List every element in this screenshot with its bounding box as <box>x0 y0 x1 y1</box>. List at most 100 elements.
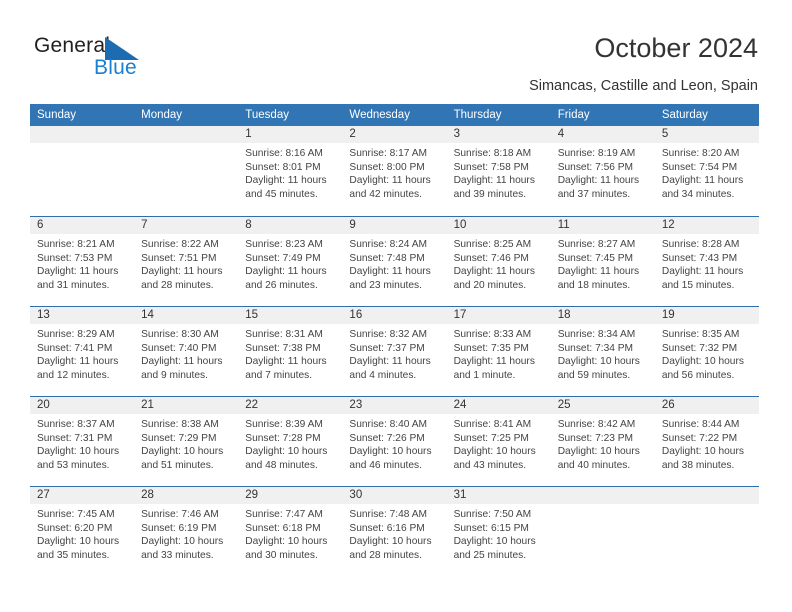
calendar-day-cell[interactable]: 18 Sunrise: 8:34 AM Sunset: 7:34 PM Dayligh… <box>550 307 655 396</box>
sunset-text: Sunset: 7:53 PM <box>37 252 113 264</box>
calendar-day-cell[interactable]: 10 Sunrise: 8:25 AM Sunset: 7:46 PM Dayligh… <box>446 217 551 306</box>
calendar-day-cell[interactable]: 20 Sunrise: 8:37 AM Sunset: 7:31 PM Dayligh… <box>30 397 135 486</box>
calendar-week-row: 27 Sunrise: 7:45 AM Sunset: 6:20 PM Dayligh… <box>30 486 759 576</box>
sunrise-text: Sunrise: 8:40 AM <box>349 419 428 430</box>
daylight-text: Daylight: 10 hours and 35 minutes. <box>37 536 120 561</box>
sunrise-text: Sunrise: 7:50 AM <box>453 509 532 520</box>
calendar-day-cell[interactable]: 4 Sunrise: 8:19 AM Sunset: 7:56 PM Daylight… <box>550 126 655 216</box>
calendar-day-cell[interactable]: 23 Sunrise: 8:40 AM Sunset: 7:26 PM Dayligh… <box>342 397 447 486</box>
calendar-empty-cell <box>654 487 759 576</box>
sunrise-text: Sunrise: 7:47 AM <box>245 509 323 520</box>
day-details: Sunrise: 8:29 AM Sunset: 7:41 PM Daylight:… <box>30 324 134 382</box>
calendar-day-cell[interactable]: 26 Sunrise: 8:44 AM Sunset: 7:22 PM Dayligh… <box>654 397 759 486</box>
sunrise-text: Sunrise: 8:34 AM <box>557 329 636 340</box>
day-details: Sunrise: 8:25 AM Sunset: 7:46 PM Daylight:… <box>447 234 551 292</box>
generalblue-logo: General Blue <box>34 34 234 82</box>
weekday-header-row: Sunday Monday Tuesday Wednesday Thursday Frid… <box>30 104 759 126</box>
day-number <box>134 126 239 143</box>
calendar-day-cell[interactable]: 1 Sunrise: 8:16 AM Sunset: 8:01 PM Daylight… <box>238 126 343 216</box>
calendar-day-cell[interactable]: 25 Sunrise: 8:42 AM Sunset: 7:23 PM Dayligh… <box>550 397 655 486</box>
sunrise-text: Sunrise: 7:45 AM <box>37 509 115 520</box>
day-number: 2 <box>342 126 447 143</box>
calendar-day-cell[interactable]: 7 Sunrise: 8:22 AM Sunset: 7:51 PM Daylight… <box>134 217 239 306</box>
day-details: Sunrise: 8:22 AM Sunset: 7:51 PM Daylight:… <box>134 234 238 292</box>
day-details: Sunrise: 7:50 AM Sunset: 6:15 PM Daylight:… <box>447 504 551 562</box>
daylight-text: Daylight: 11 hours and 7 minutes. <box>245 356 327 381</box>
day-number: 29 <box>238 487 343 504</box>
weekday-header-wednesday: Wednesday <box>349 109 410 121</box>
day-number: 14 <box>134 307 239 324</box>
calendar-day-cell[interactable]: 24 Sunrise: 8:41 AM Sunset: 7:25 PM Dayligh… <box>446 397 551 486</box>
day-number: 5 <box>654 126 759 143</box>
daylight-text: Daylight: 11 hours and 20 minutes. <box>453 266 535 291</box>
calendar-day-cell[interactable]: 6 Sunrise: 8:21 AM Sunset: 7:53 PM Daylight… <box>30 217 135 306</box>
calendar-day-cell[interactable]: 30 Sunrise: 7:48 AM Sunset: 6:16 PM Dayligh… <box>342 487 447 576</box>
calendar-day-cell[interactable]: 13 Sunrise: 8:29 AM Sunset: 7:41 PM Dayligh… <box>30 307 135 396</box>
page-subtitle-location: Simancas, Castille and Leon, Spain <box>529 78 758 94</box>
calendar-empty-cell <box>30 126 135 216</box>
calendar-day-cell[interactable]: 21 Sunrise: 8:38 AM Sunset: 7:29 PM Dayligh… <box>134 397 239 486</box>
day-details: Sunrise: 8:39 AM Sunset: 7:28 PM Daylight:… <box>238 414 342 472</box>
day-details: Sunrise: 7:46 AM Sunset: 6:19 PM Daylight:… <box>134 504 238 562</box>
calendar-day-cell[interactable]: 22 Sunrise: 8:39 AM Sunset: 7:28 PM Dayligh… <box>238 397 343 486</box>
sunrise-text: Sunrise: 7:48 AM <box>349 509 428 520</box>
sunset-text: Sunset: 6:19 PM <box>141 522 217 534</box>
calendar-day-cell[interactable]: 14 Sunrise: 8:30 AM Sunset: 7:40 PM Dayligh… <box>134 307 239 396</box>
daylight-text: Daylight: 10 hours and 46 minutes. <box>349 446 432 471</box>
calendar-day-cell[interactable]: 15 Sunrise: 8:31 AM Sunset: 7:38 PM Dayligh… <box>238 307 343 396</box>
daylight-text: Daylight: 10 hours and 28 minutes. <box>349 536 432 561</box>
weekday-header-saturday: Saturday <box>661 109 708 121</box>
daylight-text: Daylight: 10 hours and 33 minutes. <box>141 536 224 561</box>
daylight-text: Daylight: 11 hours and 26 minutes. <box>245 266 327 291</box>
calendar-day-cell[interactable]: 9 Sunrise: 8:24 AM Sunset: 7:48 PM Daylight… <box>342 217 447 306</box>
day-details: Sunrise: 8:40 AM Sunset: 7:26 PM Daylight:… <box>342 414 446 472</box>
sunrise-text: Sunrise: 8:38 AM <box>141 419 219 430</box>
calendar-day-cell[interactable]: 19 Sunrise: 8:35 AM Sunset: 7:32 PM Dayligh… <box>654 307 759 396</box>
day-details: Sunrise: 8:42 AM Sunset: 7:23 PM Daylight:… <box>551 414 655 472</box>
calendar-day-cell[interactable]: 16 Sunrise: 8:32 AM Sunset: 7:37 PM Dayligh… <box>342 307 447 396</box>
calendar-day-cell[interactable]: 28 Sunrise: 7:46 AM Sunset: 6:19 PM Dayligh… <box>134 487 239 576</box>
calendar-day-cell[interactable]: 3 Sunrise: 8:18 AM Sunset: 7:58 PM Daylight… <box>446 126 551 216</box>
sunset-text: Sunset: 7:38 PM <box>245 342 321 354</box>
calendar-week-row: 1 Sunrise: 8:16 AM Sunset: 8:01 PM Daylight… <box>30 126 759 216</box>
day-number: 8 <box>238 217 343 234</box>
sunrise-text: Sunrise: 8:42 AM <box>557 419 636 430</box>
day-number: 24 <box>446 397 551 414</box>
calendar-day-cell[interactable]: 8 Sunrise: 8:23 AM Sunset: 7:49 PM Daylight… <box>238 217 343 306</box>
sunset-text: Sunset: 7:35 PM <box>453 342 529 354</box>
daylight-text: Daylight: 10 hours and 43 minutes. <box>453 446 536 471</box>
sunset-text: Sunset: 6:20 PM <box>37 522 113 534</box>
calendar-day-cell[interactable]: 11 Sunrise: 8:27 AM Sunset: 7:45 PM Dayligh… <box>550 217 655 306</box>
calendar-day-cell[interactable]: 29 Sunrise: 7:47 AM Sunset: 6:18 PM Dayligh… <box>238 487 343 576</box>
weekday-header-monday: Monday <box>141 109 183 121</box>
calendar-day-cell[interactable]: 27 Sunrise: 7:45 AM Sunset: 6:20 PM Dayligh… <box>30 487 135 576</box>
sunset-text: Sunset: 6:15 PM <box>453 522 529 534</box>
page-header: General Blue October 2024 Simancas, Cast… <box>0 0 792 100</box>
day-number: 28 <box>134 487 239 504</box>
calendar-day-cell[interactable]: 31 Sunrise: 7:50 AM Sunset: 6:15 PM Dayligh… <box>446 487 551 576</box>
day-number: 18 <box>550 307 655 324</box>
sunset-text: Sunset: 7:37 PM <box>349 342 425 354</box>
calendar-day-cell[interactable]: 12 Sunrise: 8:28 AM Sunset: 7:43 PM Dayligh… <box>654 217 759 306</box>
daylight-text: Daylight: 10 hours and 59 minutes. <box>557 356 640 381</box>
day-number <box>30 126 135 143</box>
calendar-day-cell[interactable]: 2 Sunrise: 8:17 AM Sunset: 8:00 PM Daylight… <box>342 126 447 216</box>
sunset-text: Sunset: 7:58 PM <box>453 161 529 173</box>
calendar-weeks: 1 Sunrise: 8:16 AM Sunset: 8:01 PM Daylight… <box>30 126 759 576</box>
daylight-text: Daylight: 11 hours and 42 minutes. <box>349 175 431 200</box>
day-details: Sunrise: 7:45 AM Sunset: 6:20 PM Daylight:… <box>30 504 134 562</box>
calendar-day-cell[interactable]: 17 Sunrise: 8:33 AM Sunset: 7:35 PM Dayligh… <box>446 307 551 396</box>
calendar-day-cell[interactable]: 5 Sunrise: 8:20 AM Sunset: 7:54 PM Daylight… <box>654 126 759 216</box>
sunrise-text: Sunrise: 8:20 AM <box>661 148 740 159</box>
day-number: 25 <box>550 397 655 414</box>
day-number: 31 <box>446 487 551 504</box>
sunset-text: Sunset: 7:32 PM <box>661 342 738 354</box>
sunset-text: Sunset: 6:18 PM <box>245 522 321 534</box>
sunset-text: Sunset: 7:43 PM <box>661 252 738 264</box>
daylight-text: Daylight: 11 hours and 39 minutes. <box>453 175 535 200</box>
daylight-text: Daylight: 10 hours and 56 minutes. <box>661 356 744 381</box>
day-number: 23 <box>342 397 447 414</box>
weekday-header-sunday: Sunday <box>37 109 77 121</box>
day-details: Sunrise: 7:47 AM Sunset: 6:18 PM Daylight:… <box>238 504 342 562</box>
page-title: October 2024 <box>594 33 758 63</box>
